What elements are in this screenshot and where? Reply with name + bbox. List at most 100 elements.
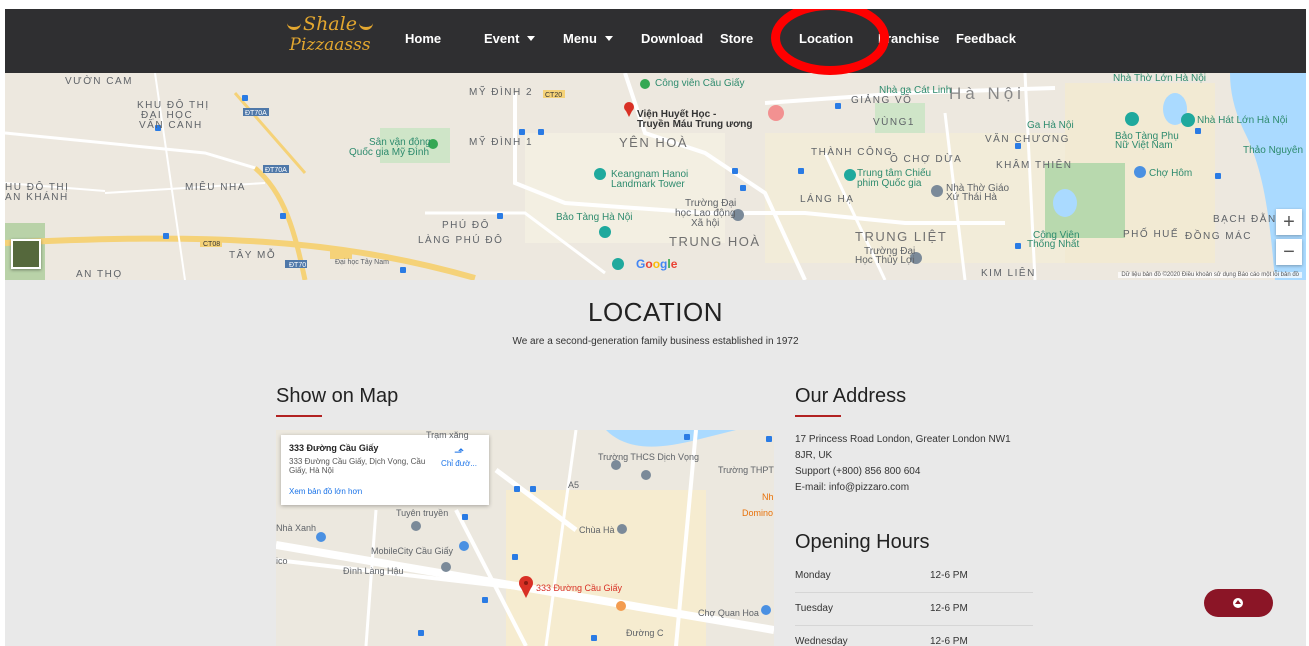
nav-download[interactable]: Download bbox=[641, 31, 703, 47]
map-label: VÙNG1 bbox=[873, 117, 915, 128]
map-label: Truyền Máu Trung ương bbox=[637, 119, 753, 130]
page-subtitle: We are a second-generation family busine… bbox=[512, 336, 799, 347]
top-map[interactable]: VƯỜN CAM KHU ĐÔ THỊ ĐẠI HỌC VĂN CANH HU … bbox=[5, 73, 1306, 280]
map-label: BẠCH ĐẰNG bbox=[1213, 214, 1286, 225]
map-label: VĂN CANH bbox=[139, 120, 203, 131]
map-label: MobileCity Cầu Giấy bbox=[371, 546, 454, 556]
directions-link[interactable]: ⬏ Chỉ đườ... bbox=[441, 445, 477, 468]
map-label: ico bbox=[276, 556, 288, 566]
map-label: MỸ ĐÌNH 2 bbox=[469, 87, 534, 98]
map-label: VƯỜN CAM bbox=[65, 76, 134, 87]
map-label: TRUNG HOÀ bbox=[669, 234, 761, 249]
hours-time: 12-6 PM bbox=[930, 636, 968, 646]
our-address-heading: Our Address bbox=[795, 385, 907, 407]
map-footer[interactable]: Dữ liệu bản đồ ©2020 Điều khoản sử dụng … bbox=[1118, 272, 1302, 278]
embedded-map[interactable]: 333 Đường Cầu Giấy 333 Đường Cầu Giấy, D… bbox=[276, 430, 774, 646]
page-frame: Shale Pizzaasss Home Event Menu Download… bbox=[5, 9, 1306, 646]
map-label: AN KHÁNH bbox=[5, 192, 69, 203]
map-label: Bảo Tàng Hà Nội bbox=[556, 212, 633, 223]
address-line: 8JR, UK bbox=[795, 450, 833, 461]
map-label: Quốc gia Mỹ Đình bbox=[349, 147, 430, 158]
map-label: Nhà Thờ Lớn Hà Nội bbox=[1113, 73, 1206, 84]
map-info-card: 333 Đường Cầu Giấy 333 Đường Cầu Giấy, D… bbox=[281, 435, 489, 505]
google-logo: Google bbox=[636, 257, 678, 271]
map-label: Nhà Xanh bbox=[276, 523, 317, 533]
brand-logo[interactable]: Shale Pizzaasss bbox=[285, 13, 375, 69]
map-label: PHỐ HUẾ bbox=[1123, 229, 1180, 240]
map-label: Thảo Nguyên I bbox=[1243, 145, 1306, 156]
road-shield: ĐT70A bbox=[265, 167, 287, 174]
hours-row: Wednesday 12-6 PM bbox=[795, 627, 1033, 646]
nav-feedback[interactable]: Feedback bbox=[956, 31, 1016, 47]
map-label: LÁNG HẠ bbox=[800, 194, 855, 205]
map-label: YÊN HOÀ bbox=[619, 135, 689, 150]
map-label: KHÂM THIÊN bbox=[996, 160, 1073, 171]
map-label: Trường THPT bbox=[718, 465, 774, 475]
show-on-map-heading: Show on Map bbox=[276, 385, 399, 407]
map-label: Chùa Hà bbox=[579, 525, 615, 535]
map-label: VĂN CHƯƠNG bbox=[985, 134, 1070, 145]
map-label: ĐỒNG MÁC bbox=[1185, 231, 1252, 242]
map-label: A5 bbox=[568, 480, 580, 490]
map-label: Học Thủy Lợi bbox=[855, 255, 915, 266]
chevron-down-icon bbox=[604, 36, 613, 42]
road-shield: CT20 bbox=[545, 92, 563, 99]
map-label: THÀNH CÔNG bbox=[811, 147, 894, 158]
map-label: AN THỌ bbox=[76, 269, 123, 280]
road-shield: ĐT70A bbox=[245, 110, 267, 117]
map-label: Trạm xăng bbox=[426, 430, 469, 440]
hours-day: Monday bbox=[795, 570, 831, 581]
page-title: LOCATION bbox=[588, 297, 723, 327]
map-label: Chợ Hôm bbox=[1149, 168, 1193, 179]
map-pin-label: 333 Đường Cầu Giấy bbox=[536, 583, 622, 593]
larger-map-link[interactable]: Xem bản đồ lớn hơn bbox=[289, 487, 362, 496]
map-label: Landmark Tower bbox=[611, 179, 685, 190]
email-address: E-mail: info@pizzaro.com bbox=[795, 482, 910, 493]
scroll-to-top-button[interactable] bbox=[1204, 589, 1273, 617]
map-label: Đường C bbox=[626, 628, 664, 638]
map-label: Thống Nhất bbox=[1027, 239, 1080, 250]
map-label: Đình Làng Hậu bbox=[343, 566, 404, 576]
map-label: Ga Hà Nội bbox=[1027, 120, 1074, 131]
map-label: MIÊU NHA bbox=[185, 182, 246, 193]
chevron-down-icon bbox=[527, 36, 536, 42]
info-card-address: 333 Đường Cầu Giấy, Dịch Vọng, Cầu Giấy,… bbox=[289, 457, 426, 475]
nav-menu[interactable]: Menu bbox=[563, 31, 613, 47]
map-label: Chợ Quan Hoa bbox=[698, 608, 759, 618]
map-label: Domino bbox=[742, 508, 774, 518]
opening-hours-heading: Opening Hours bbox=[795, 531, 930, 553]
map-label: Ô CHỢ DỪA bbox=[890, 154, 963, 165]
map-label: Đại học Tây Nam bbox=[335, 259, 389, 266]
directions-label: Chỉ đườ... bbox=[441, 459, 477, 468]
map-label: Nh bbox=[762, 492, 774, 502]
map-label: Xứ Thái Hà bbox=[946, 192, 997, 203]
road-shield: CT08 bbox=[203, 241, 221, 248]
directions-icon: ⬏ bbox=[454, 445, 465, 459]
map-label: TRUNG LIỆT bbox=[855, 229, 948, 244]
zoom-in-button[interactable]: + bbox=[1276, 209, 1302, 235]
map-label: Công viên Cầu Giấy bbox=[655, 78, 745, 89]
heading-underline bbox=[276, 415, 322, 417]
map-label: PHÚ ĐÔ bbox=[442, 220, 490, 231]
map-label: Tuyên truyền bbox=[396, 508, 449, 518]
map-label: KIM LIÊN bbox=[981, 268, 1036, 279]
nav-event-label: Event bbox=[484, 31, 520, 46]
satellite-toggle[interactable] bbox=[11, 239, 41, 269]
nav-menu-label: Menu bbox=[563, 31, 597, 46]
nav-event[interactable]: Event bbox=[484, 31, 536, 47]
support-phone: Support (+800) 856 800 604 bbox=[795, 466, 921, 477]
arrow-up-icon bbox=[1233, 598, 1243, 608]
road-shield: ĐT70 bbox=[289, 262, 307, 269]
nav-home[interactable]: Home bbox=[405, 31, 441, 47]
hours-row: Tuesday 12-6 PM bbox=[795, 594, 1033, 626]
map-label: Nữ Việt Nam bbox=[1115, 140, 1173, 151]
map-label: Trường THCS Dịch Vọng bbox=[598, 452, 699, 462]
address-line: 17 Princess Road London, Greater London … bbox=[795, 434, 1011, 445]
hours-day: Tuesday bbox=[795, 603, 833, 614]
zoom-out-button[interactable]: − bbox=[1276, 239, 1302, 265]
map-label: Nhà Hát Lớn Hà Nội bbox=[1197, 115, 1288, 126]
map-label: phim Quốc gia bbox=[857, 178, 922, 189]
map-label: GIẢNG VÕ bbox=[851, 95, 913, 106]
nav-store[interactable]: Store bbox=[720, 31, 753, 47]
map-label: Nhà ga Cát Linh bbox=[879, 85, 952, 96]
